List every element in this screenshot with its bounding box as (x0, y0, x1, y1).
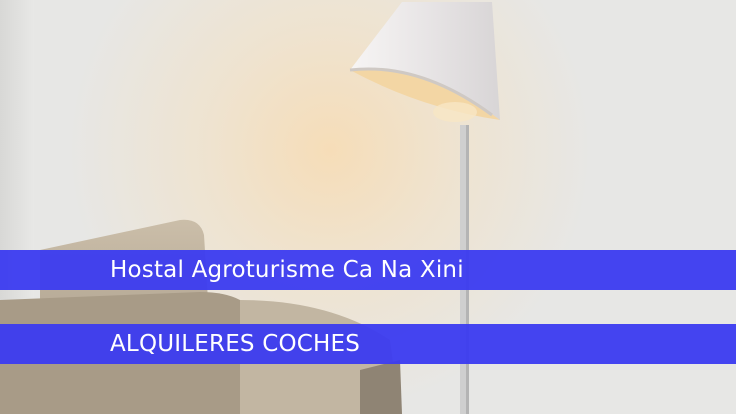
car-rental-label: ALQUILERES COCHES (110, 331, 361, 357)
title-banner: Hostal Agroturisme Ca Na Xini (0, 250, 736, 290)
subtitle-banner: ALQUILERES COCHES (0, 324, 736, 364)
hostal-title: Hostal Agroturisme Ca Na Xini (110, 257, 464, 283)
